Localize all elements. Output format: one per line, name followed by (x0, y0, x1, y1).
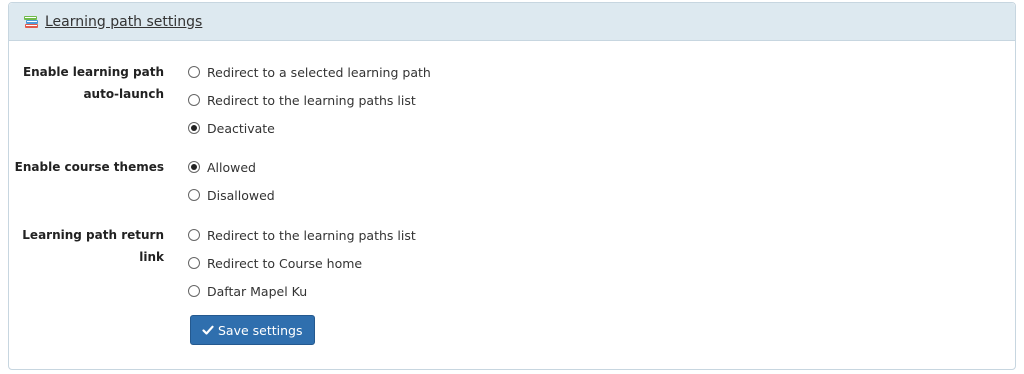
radio-group-return-link: Redirect to the learning paths list Redi… (188, 221, 416, 305)
option-redirect-paths-list[interactable]: Redirect to the learning paths list (188, 221, 416, 249)
radio-button[interactable] (188, 285, 200, 297)
save-settings-button[interactable]: Save settings (190, 315, 315, 345)
option-label: Disallowed (207, 187, 275, 203)
option-deactivate[interactable]: Deactivate (188, 114, 431, 142)
option-label: Redirect to a selected learning path (207, 64, 431, 80)
settings-panel: Learning path settings Enable learning p… (8, 2, 1016, 370)
option-label: Redirect to the learning paths list (207, 92, 416, 108)
radio-button-checked[interactable] (188, 122, 200, 134)
option-label: Deactivate (207, 120, 275, 136)
setting-label: Learning path return link (22, 228, 164, 264)
option-label: Daftar Mapel Ku (207, 283, 308, 299)
option-allowed[interactable]: Allowed (188, 153, 275, 181)
radio-button[interactable] (188, 257, 200, 269)
radio-group-auto-launch: Redirect to a selected learning path Red… (188, 58, 431, 142)
panel-title-link[interactable]: Learning path settings (45, 14, 202, 30)
option-redirect-paths-list[interactable]: Redirect to the learning paths list (188, 86, 431, 114)
radio-button[interactable] (188, 66, 200, 78)
option-daftar-mapel-ku[interactable]: Daftar Mapel Ku (188, 277, 416, 305)
save-button-label: Save settings (218, 322, 303, 338)
option-label: Redirect to the learning paths list (207, 227, 416, 243)
panel-heading: Learning path settings (9, 3, 1015, 41)
option-label: Allowed (207, 159, 256, 175)
option-label: Redirect to Course home (207, 255, 363, 271)
radio-button-checked[interactable] (188, 161, 200, 173)
radio-button[interactable] (188, 94, 200, 106)
radio-group-course-themes: Allowed Disallowed (188, 153, 275, 209)
setting-label: Enable learning path auto-launch (22, 65, 164, 101)
radio-button[interactable] (188, 229, 200, 241)
option-disallowed[interactable]: Disallowed (188, 181, 275, 209)
check-icon (202, 324, 214, 336)
books-icon (23, 13, 41, 31)
option-redirect-selected-path[interactable]: Redirect to a selected learning path (188, 58, 431, 86)
radio-button[interactable] (188, 189, 200, 201)
option-redirect-course-home[interactable]: Redirect to Course home (188, 249, 416, 277)
setting-label: Enable course themes (14, 160, 164, 174)
